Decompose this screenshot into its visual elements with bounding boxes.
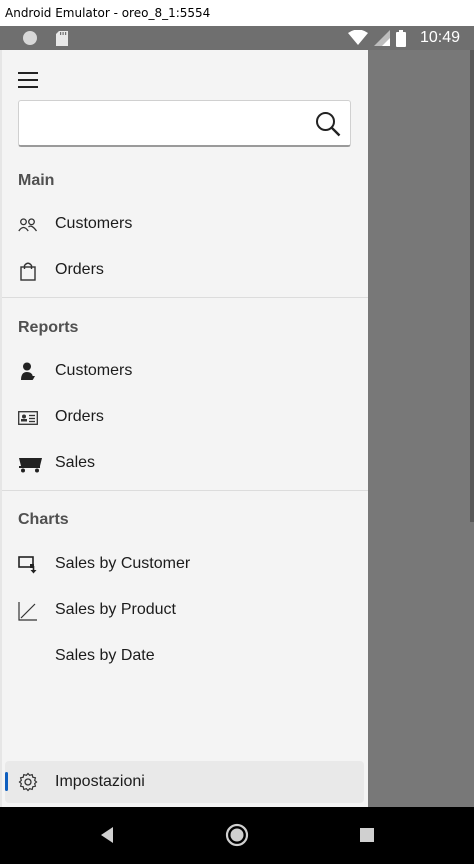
chart-download-icon (17, 554, 39, 576)
search-input[interactable] (19, 101, 299, 145)
status-bar: 10:49 (0, 26, 474, 50)
nav-item-charts-sales-by-product[interactable]: Sales by Product (0, 588, 368, 634)
system-navigation-bar (0, 807, 474, 864)
search-icon[interactable] (315, 111, 341, 137)
scroll-indicator (470, 50, 474, 522)
person-report-icon (17, 361, 39, 383)
window-title: Android Emulator - oreo_8_1:5554 (0, 0, 474, 26)
nav-item-main-orders[interactable]: Orders (0, 248, 368, 294)
hamburger-menu-icon[interactable] (18, 72, 38, 88)
nav-label: Orders (55, 408, 104, 425)
navigation-drawer: Main Customers Orders Reports Customers … (0, 50, 368, 807)
nav-item-charts-sales-by-date[interactable]: Sales by Date (0, 634, 368, 680)
signal-icon (373, 30, 390, 46)
shopping-bag-icon (17, 260, 39, 282)
nav-item-settings[interactable]: Impostazioni (5, 761, 364, 803)
status-time: 10:49 (419, 29, 460, 46)
divider (2, 490, 368, 491)
people-icon (17, 214, 39, 236)
section-header-charts: Charts (18, 511, 69, 528)
gear-icon (17, 771, 39, 793)
id-card-icon (17, 407, 39, 429)
nav-label: Sales (55, 454, 96, 471)
nav-label: Orders (55, 261, 104, 278)
nav-item-main-customers[interactable]: Customers (0, 202, 368, 248)
nav-label: Sales by Product (55, 601, 176, 618)
wifi-icon (347, 30, 368, 45)
drawer-scrim[interactable] (368, 50, 474, 807)
nav-label: Sales by Customer (55, 555, 191, 572)
divider (2, 297, 368, 298)
settings-label: Impostazioni (55, 773, 145, 790)
nav-item-reports-sales[interactable]: Sales (0, 441, 368, 487)
section-header-reports: Reports (18, 319, 79, 336)
notification-circle-icon (23, 31, 37, 45)
back-icon[interactable] (95, 822, 121, 848)
nav-label: Sales by Date (55, 647, 155, 664)
battery-icon (395, 29, 406, 47)
section-header-main: Main (18, 172, 55, 189)
nav-item-charts-sales-by-customer[interactable]: Sales by Customer (0, 542, 368, 588)
selection-indicator (5, 772, 8, 791)
line-chart-icon (17, 600, 39, 622)
nav-label: Customers (55, 215, 133, 232)
drawer-edge (0, 50, 2, 807)
sd-card-icon (56, 30, 68, 46)
nav-label: Customers (55, 362, 133, 379)
search-box[interactable] (18, 100, 351, 147)
home-icon[interactable] (224, 822, 250, 848)
cart-icon (15, 453, 43, 475)
nav-item-reports-orders[interactable]: Orders (0, 395, 368, 441)
recents-icon[interactable] (354, 822, 380, 848)
nav-item-reports-customers[interactable]: Customers (0, 349, 368, 395)
